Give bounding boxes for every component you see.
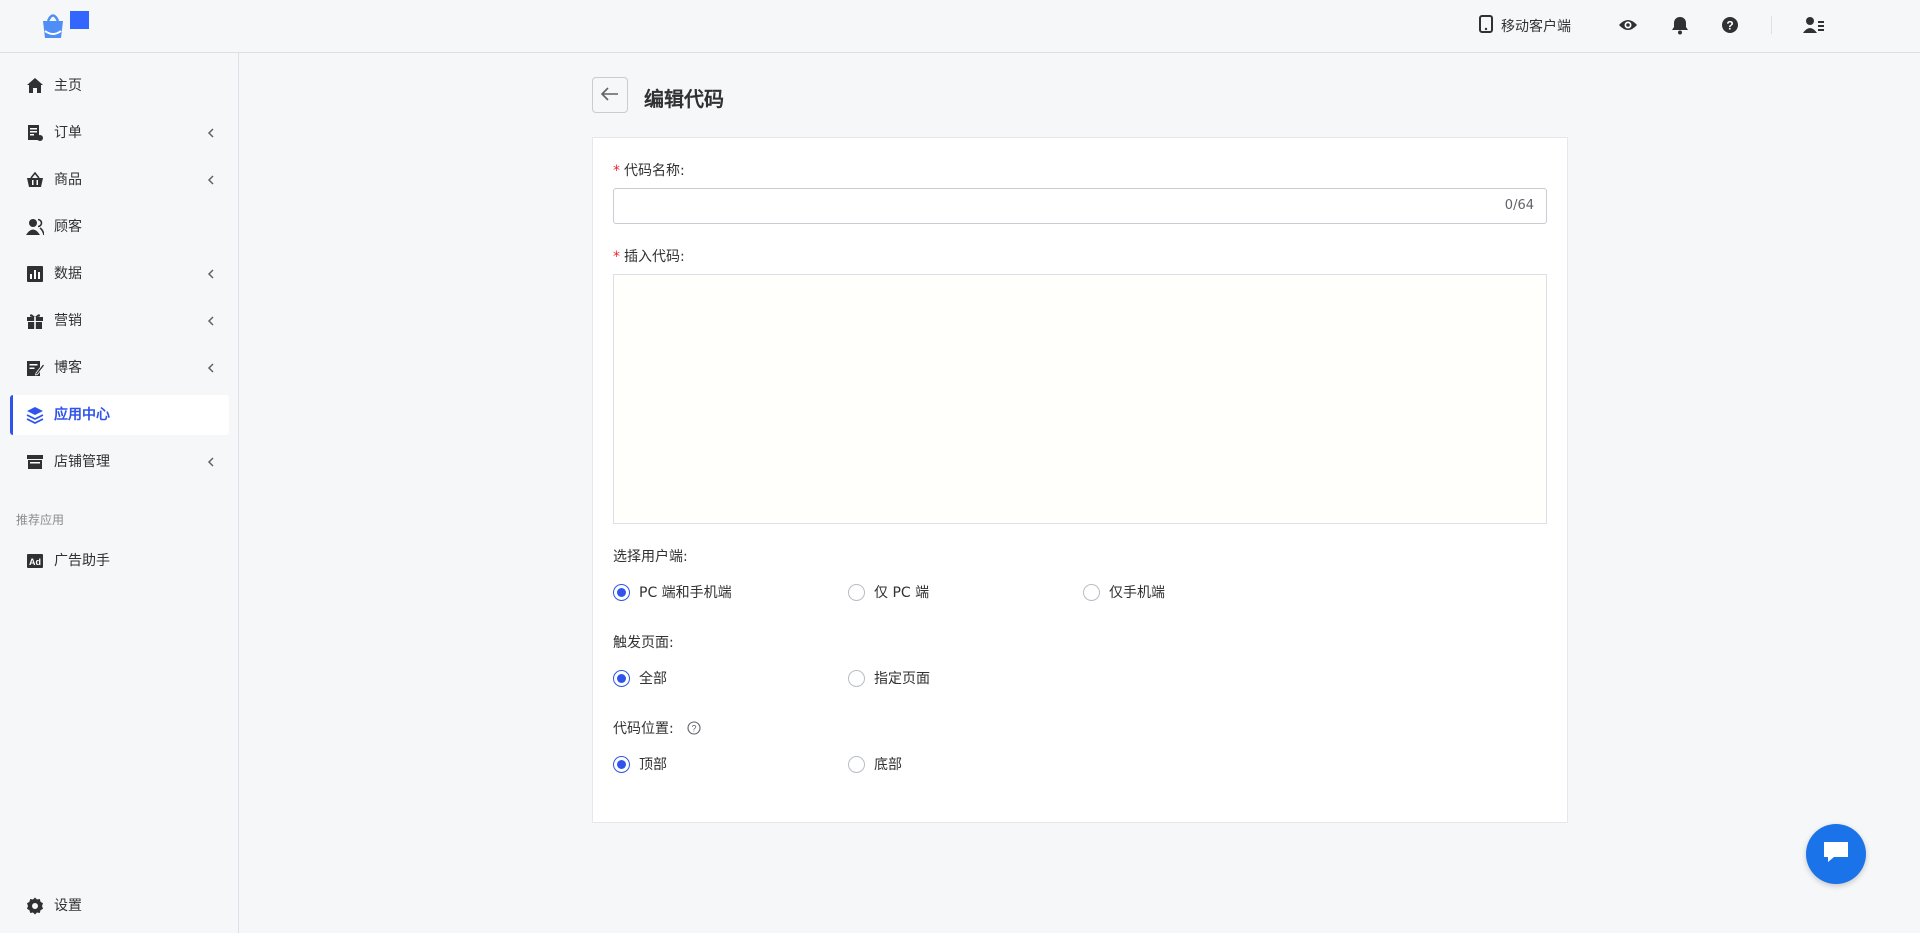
radio-circle[interactable]	[848, 755, 865, 773]
sidebar-item-app-center[interactable]: 应用中心	[10, 395, 229, 435]
radio-client-pc-and-mobile[interactable]: PC 端和手机端	[613, 582, 732, 602]
arrow-left-icon	[600, 86, 619, 105]
header-divider	[1771, 16, 1772, 34]
help-icon[interactable]: ?	[1720, 15, 1740, 35]
chat-bubble-icon	[1821, 839, 1851, 869]
chevron-left-icon	[205, 268, 217, 280]
phone-icon	[1479, 15, 1493, 37]
insert-code-label: * 插入代码:	[613, 249, 685, 265]
gift-icon	[26, 312, 44, 330]
client-select-label: 选择用户端:	[613, 549, 688, 565]
edit-code-form: * 代码名称: 0/64 * 插入代码: 选择用户端: PC 端和手机端 仅 PC …	[592, 137, 1568, 823]
sidebar-item-ad-assistant[interactable]: Ad 广告助手	[10, 541, 229, 581]
ad-icon: Ad	[26, 552, 44, 570]
gear-icon	[26, 897, 44, 915]
mobile-client-link[interactable]: 移动客户端	[1479, 15, 1571, 37]
svg-text:Ad: Ad	[29, 557, 41, 567]
page-title: 编辑代码	[644, 87, 724, 111]
sidebar: 主页 订单 商品 顾客 数据 营销 博客 应用中心 店铺管理 推荐应用 Ad 广…	[0, 53, 239, 933]
back-button[interactable]	[592, 77, 628, 113]
required-marker: *	[613, 163, 620, 179]
mobile-client-label: 移动客户端	[1501, 19, 1571, 35]
radio-circle[interactable]	[613, 755, 630, 773]
radio-circle[interactable]	[613, 583, 630, 601]
radio-trigger-specific[interactable]: 指定页面	[848, 668, 930, 688]
logo[interactable]	[40, 9, 96, 41]
store-icon	[26, 453, 44, 471]
code-name-label: * 代码名称:	[613, 163, 685, 179]
chat-button[interactable]	[1806, 824, 1866, 884]
recommended-apps-label: 推荐应用	[16, 513, 65, 527]
layers-icon	[26, 406, 44, 425]
radio-client-pc-only[interactable]: 仅 PC 端	[848, 582, 929, 602]
chevron-left-icon	[205, 127, 217, 139]
sidebar-item-products[interactable]: 商品	[10, 160, 229, 200]
blog-icon	[26, 359, 46, 377]
svg-text:?: ?	[1726, 19, 1733, 33]
code-name-field[interactable]: 0/64	[613, 188, 1547, 224]
code-name-input[interactable]	[614, 189, 1546, 223]
sidebar-item-marketing[interactable]: 营销	[10, 301, 229, 341]
chevron-left-icon	[205, 362, 217, 374]
orders-icon	[26, 124, 44, 142]
radio-circle[interactable]	[848, 669, 865, 687]
radio-trigger-all[interactable]: 全部	[613, 668, 667, 688]
radio-position-bottom[interactable]: 底部	[848, 754, 902, 774]
code-position-label: 代码位置:	[613, 721, 674, 737]
sidebar-item-settings[interactable]: 设置	[10, 886, 229, 926]
eye-icon[interactable]	[1618, 15, 1638, 35]
question-circle-icon[interactable]: ?	[687, 720, 701, 735]
chevron-left-icon	[205, 315, 217, 327]
home-icon	[26, 77, 44, 95]
char-counter: 0/64	[1504, 198, 1534, 213]
code-textarea[interactable]	[614, 275, 1546, 523]
chevron-left-icon	[205, 456, 217, 468]
user-menu-icon[interactable]	[1803, 15, 1824, 35]
radio-circle[interactable]	[1083, 583, 1100, 601]
sidebar-item-home[interactable]: 主页	[10, 66, 229, 106]
radio-position-top[interactable]: 顶部	[613, 754, 667, 774]
bell-icon[interactable]	[1670, 15, 1690, 35]
svg-text:?: ?	[691, 723, 696, 733]
radio-circle[interactable]	[613, 669, 630, 687]
radio-client-mobile-only[interactable]: 仅手机端	[1083, 582, 1165, 602]
sidebar-item-orders[interactable]: 订单	[10, 113, 229, 153]
sidebar-item-customers[interactable]: 顾客	[10, 207, 229, 247]
required-marker: *	[613, 249, 620, 265]
chevron-left-icon	[205, 174, 217, 186]
chart-icon	[26, 265, 44, 283]
top-header: 移动客户端 ?	[0, 0, 1920, 53]
sidebar-item-data[interactable]: 数据	[10, 254, 229, 294]
customers-icon	[26, 218, 45, 236]
basket-icon	[26, 171, 44, 189]
sidebar-item-store-management[interactable]: 店铺管理	[10, 442, 229, 482]
sidebar-item-blog[interactable]: 博客	[10, 348, 229, 388]
radio-circle[interactable]	[848, 583, 865, 601]
code-editor[interactable]	[613, 274, 1547, 524]
trigger-page-label: 触发页面:	[613, 635, 674, 651]
